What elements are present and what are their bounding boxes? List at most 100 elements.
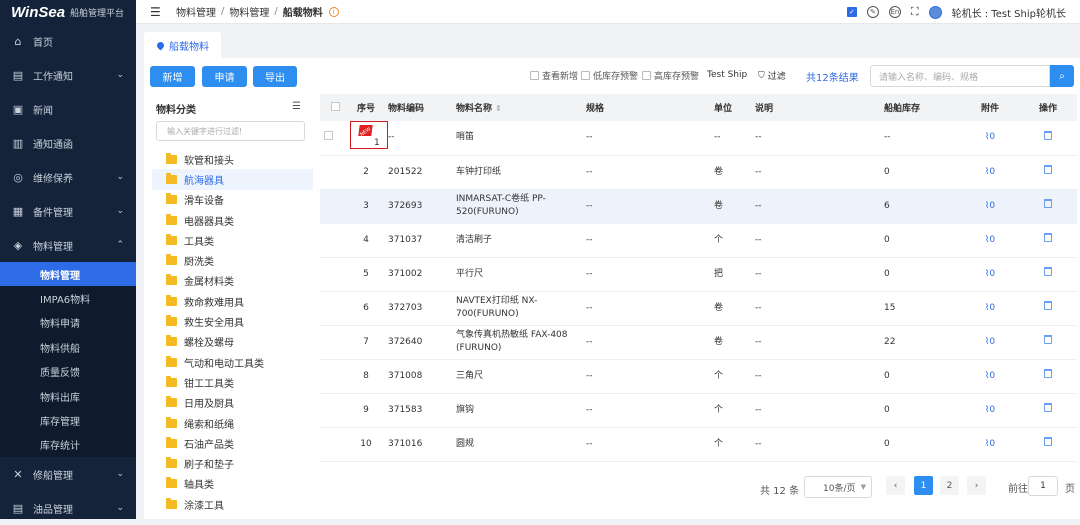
filter-button[interactable]: ⛉ 过滤: [758, 69, 786, 83]
low-stock-checkbox[interactable]: 低库存预警: [581, 69, 638, 82]
ship-name[interactable]: Test Ship: [707, 70, 747, 80]
sidebar-item[interactable]: ✕ 修船管理 ⌄: [0, 457, 136, 491]
row-checkbox[interactable]: [323, 130, 333, 140]
table-row[interactable]: 5 371002 平行尺 -- 把 -- 0 ⌇0: [320, 257, 1077, 292]
category-item[interactable]: 厨洗类: [152, 251, 313, 271]
sidebar-subitem[interactable]: 物料申请: [0, 310, 136, 336]
sidebar-subitem[interactable]: 库存管理: [0, 408, 136, 433]
table-row[interactable]: 10 371016 圆规 -- 个 -- 0 ⌇0: [320, 427, 1077, 462]
sidebar-item[interactable]: ▥ 通知通函: [0, 126, 136, 160]
info-icon[interactable]: i: [328, 6, 339, 17]
col-header-sortable[interactable]: 物料名称 ⇕: [450, 94, 580, 121]
category-item[interactable]: 钳工工具类: [152, 372, 313, 392]
language-icon[interactable]: En: [888, 6, 901, 18]
page-1-button[interactable]: 1: [914, 476, 933, 495]
table-row[interactable]: 7 372640 气象传真机热敏纸 FAX-408 (FURUNO) -- 卷 …: [320, 325, 1077, 360]
app-logo[interactable]: WinSea 船舶管理平台: [0, 0, 136, 24]
search-button[interactable]: ⌕: [1050, 65, 1074, 87]
sidebar-subitem[interactable]: 物料出库: [0, 383, 136, 409]
sort-icon[interactable]: ⇕: [495, 104, 502, 113]
fullscreen-icon[interactable]: ⛶: [911, 5, 919, 19]
delete-icon[interactable]: [1044, 403, 1052, 412]
delete-icon[interactable]: [1044, 301, 1052, 310]
attachment-link[interactable]: ⌇0: [985, 405, 995, 415]
sidebar-subitem[interactable]: IMPA6物料: [0, 286, 136, 311]
category-item[interactable]: 软管和接头: [152, 149, 313, 169]
attachment-link[interactable]: ⌇0: [985, 269, 995, 279]
category-item[interactable]: 日用及厨具: [152, 393, 313, 413]
attachment-link[interactable]: ⌇0: [985, 337, 995, 347]
checkbox[interactable]: [642, 71, 651, 80]
category-item[interactable]: 救生安全用具: [152, 311, 313, 331]
high-stock-checkbox[interactable]: 高库存预警: [642, 69, 699, 82]
export-button[interactable]: 导出: [253, 66, 297, 87]
checkbox-icon[interactable]: ✓: [846, 7, 857, 17]
goto-page-input[interactable]: 1: [1028, 476, 1058, 496]
delete-icon[interactable]: [1044, 165, 1052, 174]
category-item[interactable]: 刷子和垫子: [152, 454, 313, 474]
apply-button[interactable]: 申请: [202, 66, 247, 87]
delete-icon[interactable]: [1044, 267, 1052, 276]
sidebar-item[interactable]: ▦ 备件管理 ⌄: [0, 194, 136, 228]
sidebar-item[interactable]: ⌂ 首页: [0, 24, 136, 58]
user-name[interactable]: 轮机长 : Test Ship轮机长: [952, 5, 1066, 20]
category-item[interactable]: 绳索和纸绳: [152, 413, 313, 433]
category-item[interactable]: 救命救难用具: [152, 291, 313, 311]
delete-icon[interactable]: [1044, 335, 1052, 344]
attachment-link[interactable]: ⌇0: [985, 439, 995, 449]
table-row[interactable]: 8 371008 三角尺 -- 个 -- 0 ⌇0: [320, 359, 1077, 394]
category-item[interactable]: 轴具类: [152, 474, 313, 494]
attachment-link[interactable]: ⌇0: [985, 201, 995, 211]
table-row[interactable]: NEW 1 -- 哨笛 -- -- -- -- ⌇0: [320, 121, 1077, 156]
category-item[interactable]: 航海器具: [152, 169, 313, 190]
delete-icon[interactable]: [1044, 130, 1052, 140]
avatar[interactable]: [928, 5, 942, 19]
sidebar-subitem[interactable]: 物料管理: [0, 262, 136, 287]
category-item[interactable]: 气动和电动工具类: [152, 352, 313, 372]
delete-icon[interactable]: [1044, 437, 1052, 446]
breadcrumb-item[interactable]: 物料管理: [176, 4, 216, 19]
delete-icon[interactable]: [1044, 233, 1052, 242]
list-icon[interactable]: ☰: [292, 101, 301, 112]
search-input[interactable]: 请输入名称、编码、规格: [870, 65, 1050, 87]
sidebar-item[interactable]: ▣ 新闻: [0, 92, 136, 126]
category-item[interactable]: 滑车设备: [152, 190, 313, 210]
delete-icon[interactable]: [1044, 199, 1052, 208]
category-search-input[interactable]: 输入关键字进行过滤!: [156, 121, 305, 141]
sidebar-subitem[interactable]: 物料供船: [0, 335, 136, 360]
prev-page-button[interactable]: ‹: [886, 476, 905, 495]
checkbox[interactable]: [581, 71, 590, 80]
attachment-link[interactable]: ⌇0: [985, 371, 995, 381]
attachment-link[interactable]: ⌇0: [985, 235, 995, 245]
category-item[interactable]: 石油产品类: [152, 433, 313, 453]
menu-toggle-icon[interactable]: ☰: [150, 5, 164, 19]
sidebar-subitem[interactable]: 库存统计: [0, 432, 136, 458]
sidebar-item[interactable]: ▤ 油品管理 ⌄: [0, 491, 136, 525]
page-2-button[interactable]: 2: [940, 476, 959, 495]
table-row[interactable]: 3 372693 INMARSAT-C卷纸 PP-520(FURUNO) -- …: [320, 189, 1077, 224]
table-row[interactable]: 2 201522 车钟打印纸 -- 卷 -- 0 ⌇0: [320, 155, 1077, 190]
category-item[interactable]: 工具类: [152, 230, 313, 250]
page-size-select[interactable]: 10条/页 ▼: [804, 476, 872, 498]
edit-icon[interactable]: ✎: [866, 6, 879, 18]
category-item[interactable]: 螺栓及螺母: [152, 332, 313, 352]
sidebar-item[interactable]: ◎ 维修保养 ⌄: [0, 160, 136, 194]
sidebar-subitem[interactable]: 质量反馈: [0, 359, 136, 384]
view-new-checkbox[interactable]: 查看新增: [530, 69, 578, 82]
breadcrumb-item[interactable]: 物料管理: [229, 4, 269, 19]
table-row[interactable]: 4 371037 清洁刷子 -- 个 -- 0 ⌇0: [320, 223, 1077, 258]
add-button[interactable]: 新增: [150, 66, 195, 87]
attachment-link[interactable]: ⌇0: [985, 167, 995, 177]
attachment-link[interactable]: ⌇0: [985, 303, 995, 313]
sidebar-item[interactable]: ◈ 物料管理 ⌃: [0, 228, 136, 262]
select-all-checkbox[interactable]: [330, 101, 340, 111]
table-row[interactable]: 9 371583 旗钩 -- 个 -- 0 ⌇0: [320, 393, 1077, 428]
delete-icon[interactable]: [1044, 369, 1052, 378]
category-item[interactable]: 涂漆工具: [152, 494, 313, 514]
tab-shipboard-materials[interactable]: 船载物料: [144, 32, 221, 58]
next-page-button[interactable]: ›: [967, 476, 986, 495]
attachment-link[interactable]: ⌇0: [985, 132, 995, 142]
sidebar-item[interactable]: ▤ 工作通知 ⌄: [0, 58, 136, 92]
table-row[interactable]: 6 372703 NAVTEX打印纸 NX-700(FURUNO) -- 卷 -…: [320, 291, 1077, 326]
checkbox[interactable]: [530, 71, 539, 80]
